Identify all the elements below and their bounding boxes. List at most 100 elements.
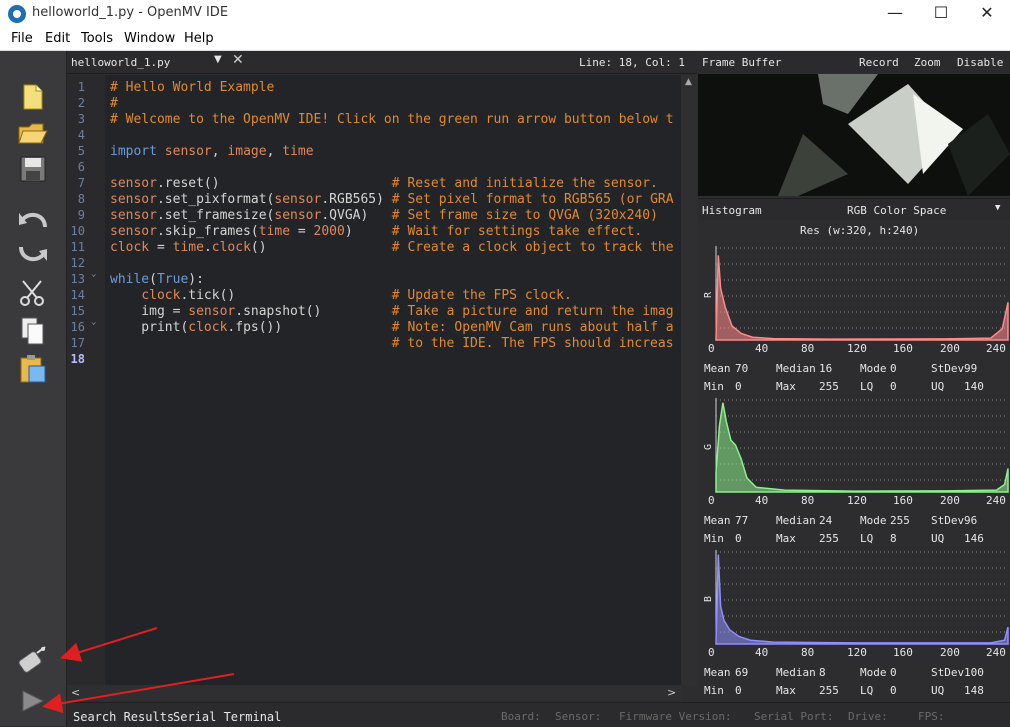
maximize-button[interactable]: ☐ — [918, 0, 964, 28]
tick-label: 200 — [940, 494, 960, 507]
close-button[interactable]: ✕ — [964, 0, 1010, 28]
stat-label: Median — [776, 666, 816, 679]
histogram-panel: Res (w:320, h:240) R 0 40 80 120 160 200 240 Mea… — [698, 220, 1010, 700]
code-line: # Welcome to the OpenMV IDE! Click on th… — [110, 112, 674, 127]
usb-connect-icon — [18, 646, 46, 673]
stat-value: 0 — [735, 532, 742, 545]
stat-value: 255 — [819, 532, 839, 545]
frame-buffer-header: Frame Buffer Record Zoom Disable — [698, 51, 1010, 73]
title-bar: helloworld_1.py - OpenMV IDE — ☐ ✕ — [0, 0, 1010, 28]
status-serial-port: Serial Port: — [754, 710, 834, 723]
menu-file[interactable]: File — [11, 31, 33, 46]
scissors-icon — [20, 280, 44, 306]
search-results-tab[interactable]: Search Results — [73, 710, 174, 724]
horizontal-scrollbar[interactable]: < > — [67, 685, 681, 701]
line-number: 18 — [70, 352, 85, 366]
line-number: 15 — [70, 304, 85, 318]
color-space-select[interactable]: RGB Color Space — [847, 204, 946, 217]
fold-toggle-icon[interactable]: ⌄ — [91, 269, 96, 279]
line-number: 11 — [70, 240, 85, 254]
tick-label: 240 — [986, 494, 1006, 507]
close-tab-icon[interactable]: ✕ — [232, 52, 244, 68]
status-fps: FPS: — [918, 710, 945, 723]
line-number: 5 — [77, 144, 85, 158]
line-number-gutter: 1 2 3 4 5 6 7 8 9 10 11 12 13 ⌄ 14 15 16 ⌄ 17 18 — [67, 75, 105, 685]
minimize-button[interactable]: — — [872, 0, 918, 28]
copy-button[interactable] — [14, 313, 52, 349]
histogram-curve — [715, 255, 1009, 341]
histogram-r-plot: R — [703, 246, 1009, 341]
stat-label: Max — [776, 684, 796, 697]
code-editor[interactable] — [67, 75, 697, 685]
scroll-right-icon[interactable]: > — [667, 686, 676, 699]
file-dropdown-icon[interactable]: ▼ — [214, 54, 222, 65]
redo-button[interactable] — [14, 237, 52, 273]
status-drive: Drive: — [848, 710, 888, 723]
tick-label: 120 — [847, 342, 867, 355]
line-number: 7 — [77, 176, 85, 190]
menu-help[interactable]: Help — [184, 31, 214, 46]
stat-label: StDev — [931, 666, 965, 679]
tick-label: 80 — [801, 342, 815, 355]
open-folder-icon — [18, 123, 48, 144]
menu-edit[interactable]: Edit — [45, 31, 70, 46]
zoom-button[interactable]: Zoom — [914, 56, 941, 69]
scroll-up-icon[interactable]: ▲ — [685, 77, 692, 87]
code-line: clock = time.clock() # Create a clock ob… — [110, 240, 674, 255]
line-number: 10 — [70, 224, 85, 238]
run-button[interactable] — [14, 683, 52, 719]
left-toolbar — [0, 51, 67, 726]
line-number: 1 — [77, 80, 85, 94]
tick-label: 0 — [708, 646, 715, 659]
stat-label: StDev — [931, 362, 965, 375]
vertical-scrollbar[interactable]: ▲ — [681, 75, 697, 685]
color-space-dropdown-icon[interactable]: ▼ — [995, 203, 1000, 213]
line-number: 14 — [70, 288, 85, 302]
line-number: 6 — [77, 160, 85, 174]
code-line: # Hello World Example — [110, 80, 275, 95]
line-number: 3 — [77, 112, 85, 126]
tick-label: 120 — [847, 646, 867, 659]
openmv-logo-icon — [8, 5, 26, 23]
menu-tools[interactable]: Tools — [81, 31, 113, 46]
file-tab-name[interactable]: helloworld_1.py — [71, 56, 170, 69]
stat-value: 0 — [735, 380, 742, 393]
undo-button[interactable] — [14, 201, 52, 237]
histogram-title: Histogram — [702, 204, 762, 217]
disable-button[interactable]: Disable — [957, 56, 1003, 69]
serial-terminal-tab[interactable]: Serial Terminal — [173, 710, 281, 724]
code-line: print(clock.fps()) # Note: OpenMV Cam ru… — [110, 320, 674, 335]
fold-toggle-icon[interactable]: ⌄ — [91, 317, 96, 327]
histogram-b-plot: B — [703, 550, 1009, 645]
save-button[interactable] — [14, 151, 52, 187]
tick-label: 120 — [847, 494, 867, 507]
stat-label: LQ — [860, 684, 874, 697]
tick-label: 160 — [893, 494, 913, 507]
channel-label: B — [703, 596, 714, 602]
code-line: img = sensor.snapshot() # Take a picture… — [110, 304, 674, 319]
status-board: Board: — [501, 710, 541, 723]
stat-value: 148 — [964, 684, 984, 697]
record-button[interactable]: Record — [859, 56, 899, 69]
stat-value: 69 — [735, 666, 749, 679]
tick-label: 160 — [893, 342, 913, 355]
tick-label: 0 — [708, 342, 715, 355]
tick-label: 240 — [986, 646, 1006, 659]
stat-label: Mean — [704, 362, 731, 375]
camera-frame — [698, 74, 1010, 196]
stat-value: 8 — [890, 532, 897, 545]
open-file-button[interactable] — [14, 115, 52, 151]
line-number: 2 — [77, 96, 85, 110]
new-file-icon — [23, 84, 43, 110]
code-line: sensor.reset() # Reset and initialize th… — [110, 176, 658, 191]
cut-button[interactable] — [14, 275, 52, 311]
editor-header: helloworld_1.py ▼ ✕ Line: 18, Col: 1 — [67, 51, 697, 74]
scroll-left-icon[interactable]: < — [71, 686, 80, 699]
code-line: import sensor, image, time — [110, 144, 314, 159]
menu-window[interactable]: Window — [124, 31, 175, 46]
tick-label: 80 — [801, 494, 815, 507]
paste-button[interactable] — [14, 351, 52, 387]
tick-label: 80 — [801, 646, 815, 659]
new-file-button[interactable] — [14, 79, 52, 115]
connect-button[interactable] — [14, 643, 52, 679]
